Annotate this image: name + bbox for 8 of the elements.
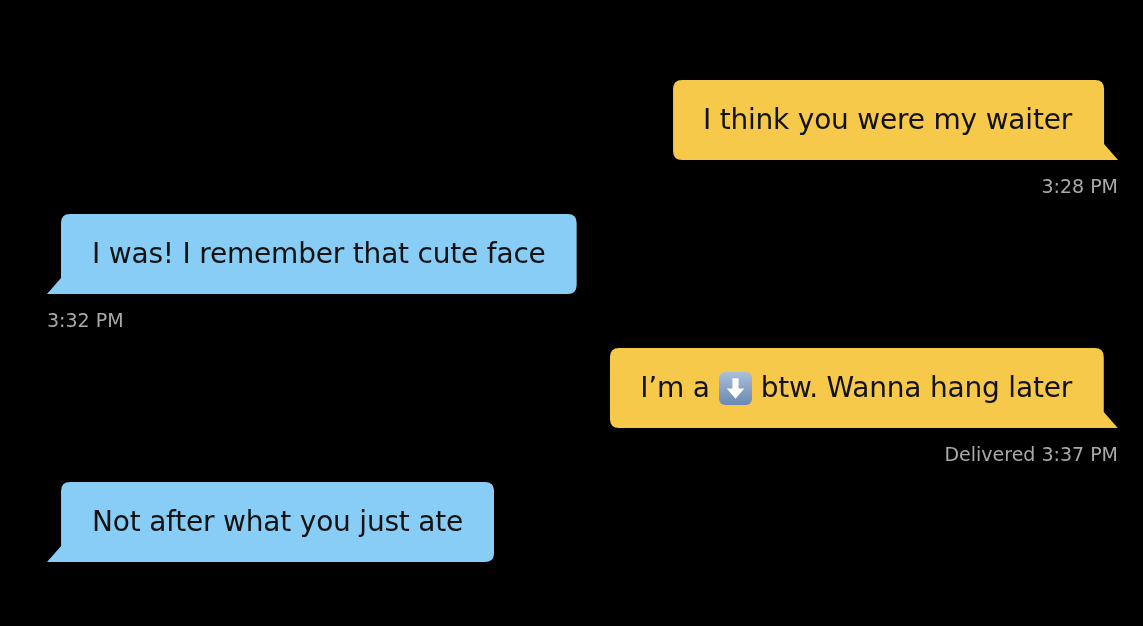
message-timestamp: 3:32 PM	[47, 308, 124, 332]
message-text: I’m a	[640, 370, 710, 406]
message-text: I think you were my waiter	[702, 102, 1072, 138]
message-timestamp: Delivered 3:37 PM	[944, 442, 1118, 466]
message-text: Not after what you just ate	[92, 504, 464, 540]
message-text: btw. Wanna hang later	[760, 370, 1072, 406]
message-timestamp: 3:28 PM	[1041, 174, 1118, 198]
message-text: I was! I remember that cute face	[92, 236, 546, 272]
